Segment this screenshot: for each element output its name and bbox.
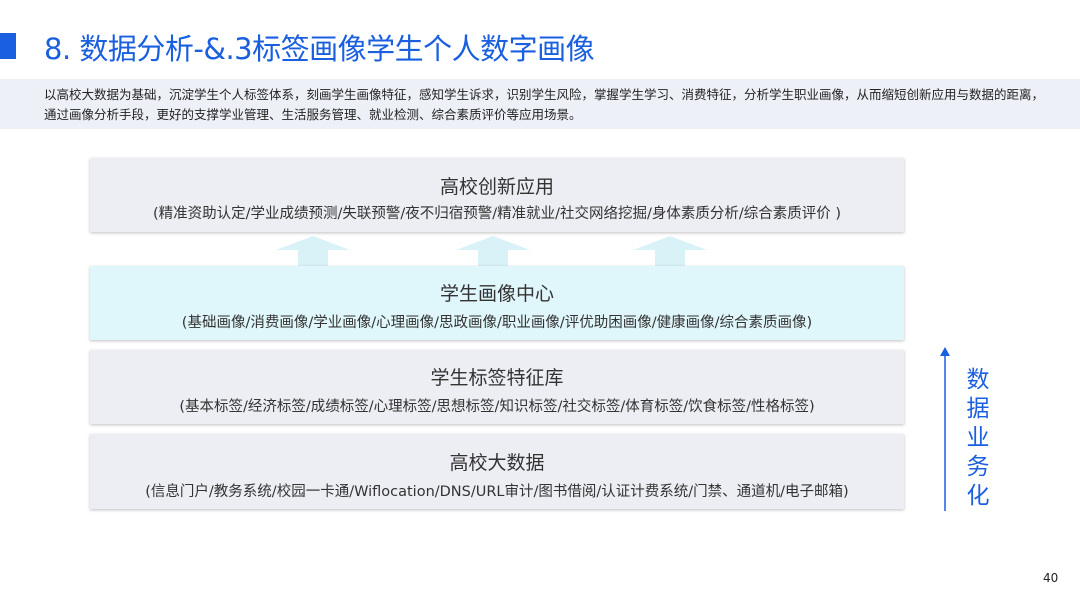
layer-title: 高校创新应用 xyxy=(439,176,554,198)
page-number: 40 xyxy=(1043,571,1059,585)
layer-portrait-center: 学生画像中心 (基础画像/消费画像/学业画像/心理画像/思政画像/职业画像/评优… xyxy=(90,266,904,340)
intro-panel: 以高校大数据为基础，沉淀学生个人标签体系，刻画学生画像特征，感知学生诉求，识别学… xyxy=(0,79,1080,129)
layer-title: 学生画像中心 xyxy=(439,283,554,305)
up-arrow-icon xyxy=(276,236,350,266)
layer-big-data: 高校大数据 (信息门户/教务系统/校园一卡通/Wiflocation/DNS/U… xyxy=(90,434,904,509)
layer-title: 学生标签特征库 xyxy=(430,367,564,389)
up-arrow-icon xyxy=(456,236,530,266)
layer-description: (信息门户/教务系统/校园一卡通/Wiflocation/DNS/URL审计/图… xyxy=(145,484,849,500)
layer-title: 高校大数据 xyxy=(449,452,545,474)
layer-innovation-apps: 高校创新应用 (精准资助认定/学业成绩预测/失联预警/夜不归宿预警/精准就业/社… xyxy=(90,158,904,232)
intro-text: 以高校大数据为基础，沉淀学生个人标签体系，刻画学生画像特征，感知学生诉求，识别学… xyxy=(44,87,1045,122)
side-label: 数据业务化 xyxy=(966,367,990,509)
layer-description: (基本标签/经济标签/成绩标签/心理标签/思想标签/知识标签/社交标签/体育标签… xyxy=(179,399,815,415)
page-title: 8. 数据分析-&.3标签画像学生个人数字画像 xyxy=(44,32,595,66)
layer-description: (精准资助认定/学业成绩预测/失联预警/夜不归宿预警/精准就业/社交网络挖掘/身… xyxy=(152,206,842,222)
vertical-up-arrow-icon xyxy=(940,347,950,511)
up-arrow-icon xyxy=(633,236,707,266)
layer-tag-library: 学生标签特征库 (基本标签/经济标签/成绩标签/心理标签/思想标签/知识标签/社… xyxy=(90,350,904,424)
title-accent-bar xyxy=(0,33,16,59)
layer-description: (基础画像/消费画像/学业画像/心理画像/思政画像/职业画像/评优助困画像/健康… xyxy=(181,315,813,331)
